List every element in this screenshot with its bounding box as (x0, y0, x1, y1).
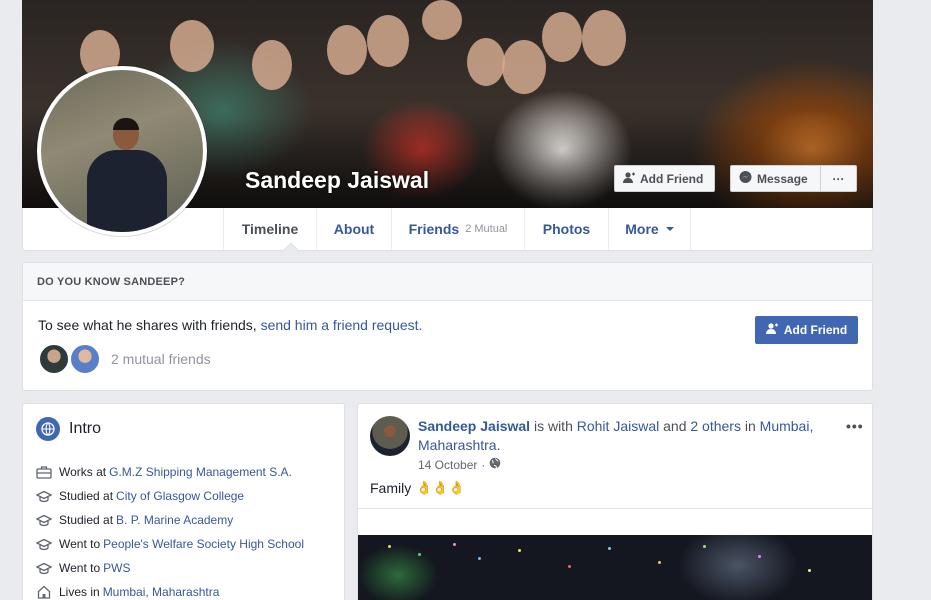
more-dots-icon: ··· (832, 171, 845, 186)
post-date[interactable]: 14 October (418, 458, 477, 472)
education-icon (35, 537, 52, 551)
post-text: Family 👌👌👌 (370, 480, 465, 496)
add-friend-icon (765, 323, 778, 337)
post-menu-button[interactable]: ••• (846, 418, 864, 434)
intro-item: Lives in Mumbai, Maharashtra (35, 580, 304, 600)
send-friend-request-link[interactable]: send him a friend request. (261, 317, 423, 333)
intro-link[interactable]: City of Glasgow College (116, 489, 244, 503)
tab-about[interactable]: About (316, 208, 391, 250)
work-icon (35, 465, 52, 479)
message-label: Message (757, 171, 808, 186)
intro-item: Works at G.M.Z Shipping Management S.A. (35, 460, 304, 484)
tab-friends[interactable]: Friends 2 Mutual (391, 208, 524, 250)
mutual-friend-avatar[interactable] (38, 343, 70, 375)
intro-link[interactable]: G.M.Z Shipping Management S.A. (109, 465, 292, 479)
intro-title: Intro (36, 417, 101, 441)
mutual-friends[interactable]: 2 mutual friends (38, 343, 211, 375)
profile-picture[interactable] (37, 66, 207, 236)
education-icon (35, 489, 52, 503)
home-icon (35, 585, 52, 599)
post-divider (358, 508, 872, 535)
add-friend-icon (623, 171, 635, 186)
tab-photos[interactable]: Photos (524, 208, 608, 250)
intro-link[interactable]: B. P. Marine Academy (116, 513, 233, 527)
public-globe-icon[interactable] (489, 457, 501, 472)
add-friend-button[interactable]: Add Friend (614, 165, 715, 192)
mutual-count: 2 Mutual (465, 223, 508, 235)
profile-name[interactable]: Sandeep Jaiswal (245, 167, 429, 194)
post-author-link[interactable]: Sandeep Jaiswal (418, 418, 530, 434)
ok-hand-emoji: 👌👌👌 (416, 480, 465, 495)
prompt-text: To see what he shares with friends, (38, 317, 261, 333)
post-header: Sandeep Jaiswal is with Rohit Jaiswal an… (418, 418, 814, 453)
friend-request-prompt: To see what he shares with friends, send… (38, 317, 422, 333)
tab-photos-label: Photos (542, 221, 591, 237)
globe-icon (36, 417, 60, 441)
tab-timeline-label: Timeline (241, 221, 299, 237)
intro-list: Works at G.M.Z Shipping Management S.A. S… (35, 460, 304, 600)
intro-item: Studied at City of Glasgow College (35, 484, 304, 508)
messenger-icon (739, 170, 752, 187)
tab-timeline[interactable]: Timeline (223, 208, 316, 250)
intro-link[interactable]: People's Welfare Society High School (103, 537, 304, 551)
caret-down-icon (665, 227, 674, 231)
others-link[interactable]: 2 others (690, 418, 741, 434)
intro-title-text: Intro (69, 420, 102, 437)
intro-card: Intro Works at G.M.Z Shipping Management … (22, 403, 345, 600)
education-icon (35, 513, 52, 527)
post-meta: 14 October · (418, 457, 501, 472)
tab-more[interactable]: More (608, 208, 691, 250)
tab-about-label: About (333, 221, 375, 237)
intro-item: Went to People's Welfare Society High Sch… (35, 532, 304, 556)
do-you-know-heading: DO YOU KNOW SANDEEP? (23, 263, 872, 301)
timeline-post: Sandeep Jaiswal is with Rohit Jaiswal an… (357, 403, 873, 600)
mutual-friend-avatar[interactable] (69, 343, 101, 375)
do-you-know-card: DO YOU KNOW SANDEEP? To see what he shar… (22, 262, 873, 391)
tab-more-label: More (625, 221, 659, 237)
post-photo[interactable] (358, 535, 872, 600)
add-friend-label: Add Friend (640, 171, 704, 186)
mutual-friends-text[interactable]: 2 mutual friends (111, 351, 211, 367)
add-friend-primary-button[interactable]: Add Friend (755, 316, 858, 344)
message-button[interactable]: Message (730, 165, 821, 192)
tab-friends-label: Friends (408, 221, 460, 237)
post-author-avatar[interactable] (370, 416, 410, 456)
intro-item: Went to PWS (35, 556, 304, 580)
education-icon (35, 561, 52, 575)
more-options-button[interactable]: ··· (820, 165, 857, 192)
intro-link[interactable]: Mumbai, Maharashtra (103, 585, 220, 599)
tagged-person-link[interactable]: Rohit Jaiswal (577, 418, 659, 434)
intro-link[interactable]: PWS (103, 561, 130, 575)
add-friend-primary-label: Add Friend (783, 323, 848, 337)
intro-item: Studied at B. P. Marine Academy (35, 508, 304, 532)
